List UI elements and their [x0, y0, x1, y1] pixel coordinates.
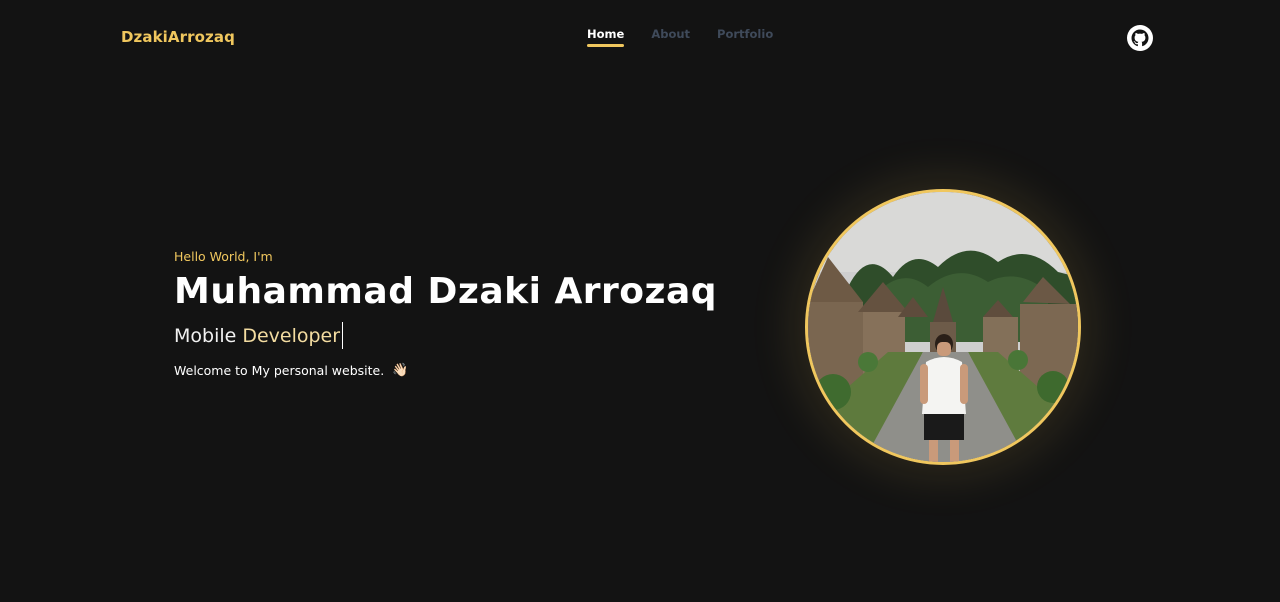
wave-hand-icon: 👋🏻 [392, 363, 409, 378]
hero-section: Hello World, I'm Muhammad Dzaki Arrozaq … [174, 249, 774, 378]
welcome-text: Welcome to My personal website. [174, 363, 385, 378]
nav-about[interactable]: About [651, 27, 690, 47]
hero-welcome: Welcome to My personal website. 👋🏻 [174, 363, 774, 378]
nav-home[interactable]: Home [587, 27, 625, 47]
hero-name: Muhammad Dzaki Arrozaq [174, 271, 718, 312]
page: DzakiArrozaq Home About Portfolio Hello … [0, 0, 1280, 602]
profile-photo [805, 189, 1081, 465]
nav-links: Home About Portfolio [587, 27, 773, 47]
hero-role: Mobile Developer [174, 322, 774, 349]
brand-logo[interactable]: DzakiArrozaq [121, 28, 235, 46]
hero-greeting: Hello World, I'm [174, 249, 273, 264]
role-prefix: Mobile [174, 324, 237, 347]
github-icon[interactable] [1126, 24, 1154, 52]
navbar: DzakiArrozaq Home About Portfolio [0, 0, 1280, 76]
nav-portfolio[interactable]: Portfolio [717, 27, 773, 47]
typing-cursor [342, 322, 344, 349]
role-typed-word: Developer [242, 324, 341, 347]
